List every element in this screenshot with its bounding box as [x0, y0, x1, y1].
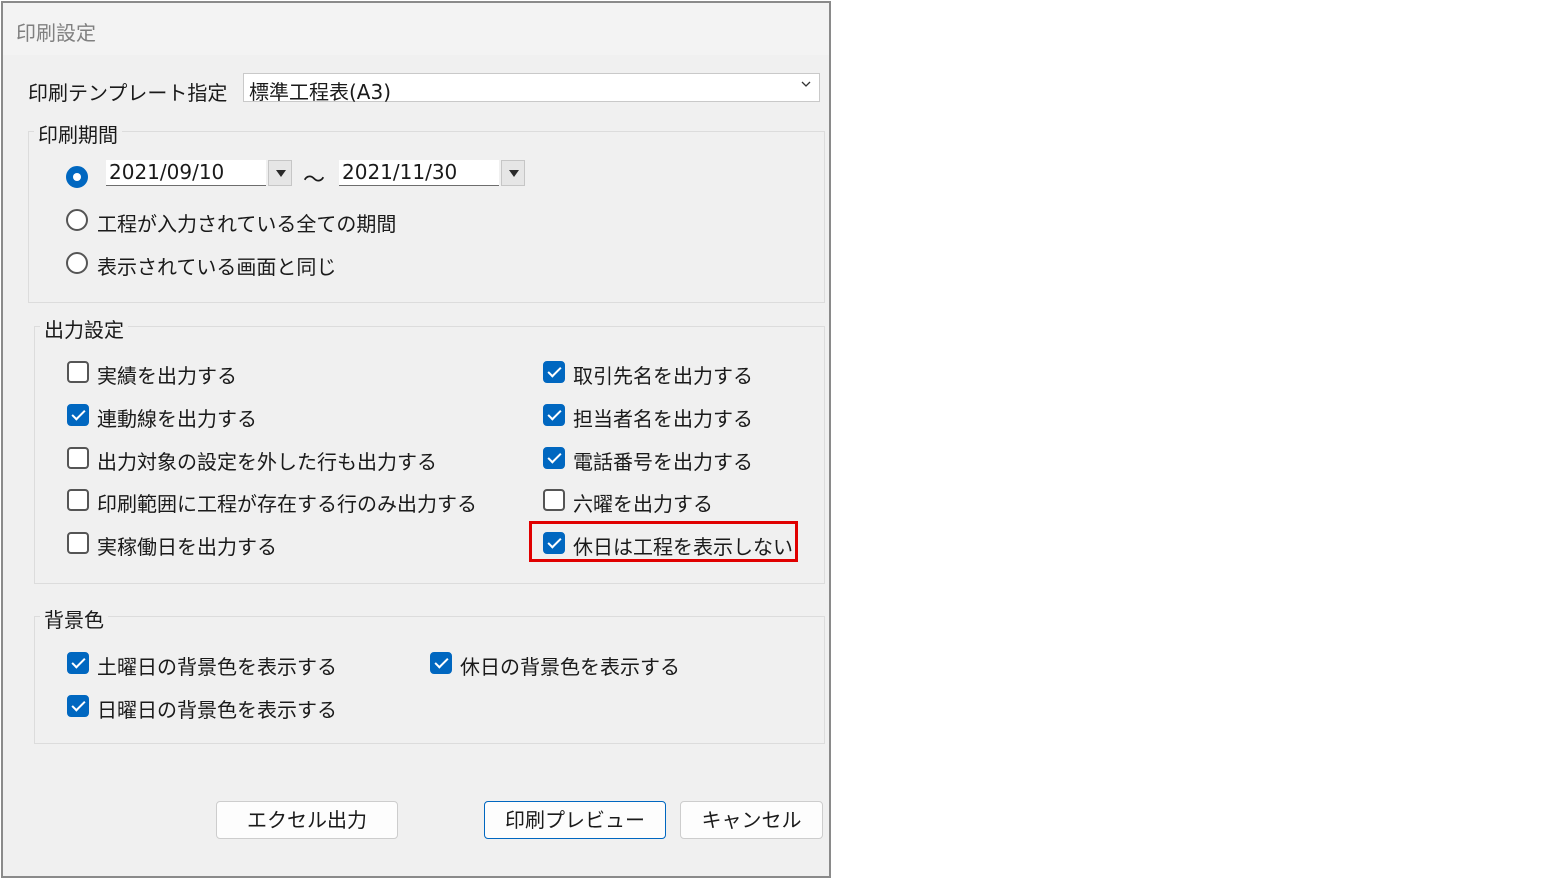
template-select[interactable]: 標準工程表(A3) — [243, 73, 820, 104]
checkbox-holiday-background-label[interactable]: 休日の背景色を表示する — [460, 651, 680, 680]
radio-all-periods-label[interactable]: 工程が入力されている全ての期間 — [97, 208, 396, 237]
checkbox-output-person-name-label[interactable]: 担当者名を出力する — [573, 403, 753, 432]
checkbox-output-rokuyo-label[interactable]: 六曜を出力する — [573, 488, 713, 517]
date-to-value: 2021/11/30 — [342, 160, 458, 184]
checkbox-holiday-background[interactable] — [430, 652, 452, 674]
checkbox-output-results[interactable] — [67, 361, 89, 383]
excel-export-button[interactable]: エクセル出力 — [216, 801, 398, 839]
checkbox-sunday-background-label[interactable]: 日曜日の背景色を表示する — [97, 694, 337, 723]
background-color-group — [34, 616, 825, 744]
checkbox-output-excluded-rows[interactable] — [67, 447, 89, 469]
checkbox-output-client-name[interactable] — [543, 361, 565, 383]
checkbox-output-link-lines[interactable] — [67, 404, 89, 426]
date-to-field[interactable]: 2021/11/30 — [339, 160, 499, 186]
output-settings-title: 出力設定 — [40, 314, 128, 343]
checkbox-sunday-background[interactable] — [67, 695, 89, 717]
cancel-button[interactable]: キャンセル — [680, 801, 823, 839]
date-from-dropdown-button[interactable] — [268, 160, 292, 186]
checkbox-output-rows-in-range[interactable] — [67, 489, 89, 511]
radio-same-as-screen-label[interactable]: 表示されている画面と同じ — [97, 251, 336, 280]
radio-same-as-screen[interactable] — [66, 252, 88, 274]
checkbox-output-client-name-label[interactable]: 取引先名を出力する — [573, 360, 753, 389]
print-period-title: 印刷期間 — [34, 119, 122, 148]
date-to-dropdown-button[interactable] — [501, 160, 525, 186]
chevron-down-icon — [801, 81, 811, 87]
window-title: 印刷設定 — [16, 21, 96, 45]
checkbox-output-link-lines-label[interactable]: 連動線を出力する — [97, 403, 257, 432]
print-settings-dialog: 印刷設定 印刷テンプレート指定 標準工程表(A3) 印刷期間 2021/09/1… — [1, 1, 831, 878]
template-value: 標準工程表(A3) — [249, 80, 392, 104]
radio-all-periods[interactable] — [66, 209, 88, 231]
checkbox-saturday-background[interactable] — [67, 652, 89, 674]
checkbox-output-phone-label[interactable]: 電話番号を出力する — [573, 446, 753, 475]
date-separator: ～ — [303, 168, 326, 193]
checkbox-saturday-background-label[interactable]: 土曜日の背景色を表示する — [97, 651, 337, 680]
radio-date-range[interactable] — [66, 166, 88, 188]
checkbox-output-phone[interactable] — [543, 447, 565, 469]
checkbox-output-results-label[interactable]: 実績を出力する — [97, 360, 237, 389]
checkbox-output-excluded-rows-label[interactable]: 出力対象の設定を外した行も出力する — [97, 446, 437, 475]
checkbox-output-working-days[interactable] — [67, 532, 89, 554]
template-label: 印刷テンプレート指定 — [28, 81, 228, 105]
dialog-body: 印刷テンプレート指定 標準工程表(A3) 印刷期間 2021/09/10 ～ 2… — [3, 55, 829, 876]
date-from-field[interactable]: 2021/09/10 — [106, 160, 266, 186]
checkbox-output-rows-in-range-label[interactable]: 印刷範囲に工程が存在する行のみ出力する — [97, 488, 477, 517]
title-bar: 印刷設定 — [3, 3, 829, 55]
background-color-title: 背景色 — [40, 604, 108, 633]
checkbox-output-person-name[interactable] — [543, 404, 565, 426]
checkbox-output-rokuyo[interactable] — [543, 489, 565, 511]
print-preview-button[interactable]: 印刷プレビュー — [484, 801, 666, 839]
highlight-box — [529, 521, 798, 562]
checkbox-output-working-days-label[interactable]: 実稼働日を出力する — [97, 531, 277, 560]
date-from-value: 2021/09/10 — [109, 160, 225, 184]
